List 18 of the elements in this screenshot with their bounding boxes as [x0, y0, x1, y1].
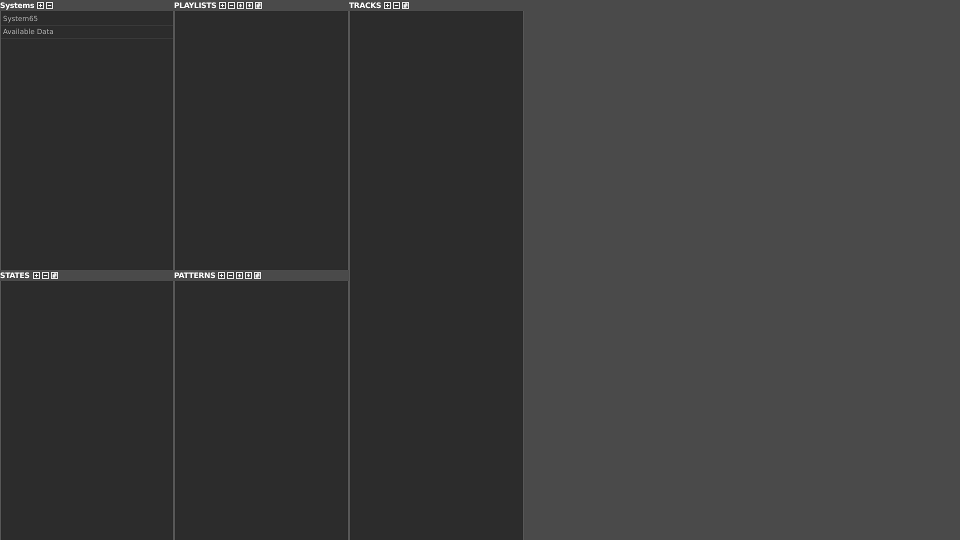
duplicate-icon[interactable] [255, 2, 262, 9]
remove-icon[interactable] [42, 272, 49, 279]
add-icon[interactable] [219, 2, 226, 9]
remove-icon[interactable] [393, 2, 400, 9]
add-icon[interactable] [218, 272, 226, 279]
duplicate-icon[interactable] [254, 272, 262, 279]
move-down-icon[interactable] [246, 2, 254, 9]
remove-icon[interactable] [227, 272, 234, 279]
move-up-icon[interactable] [236, 272, 244, 279]
duplicate-icon[interactable] [50, 272, 58, 279]
duplicate-icon[interactable] [402, 2, 410, 9]
add-icon[interactable] [384, 2, 392, 9]
move-down-icon[interactable] [245, 272, 252, 279]
remove-icon[interactable] [228, 2, 236, 9]
move-up-icon[interactable] [237, 2, 244, 9]
remove-icon[interactable] [46, 2, 54, 9]
add-icon[interactable] [32, 272, 40, 279]
add-icon[interactable] [37, 2, 44, 9]
